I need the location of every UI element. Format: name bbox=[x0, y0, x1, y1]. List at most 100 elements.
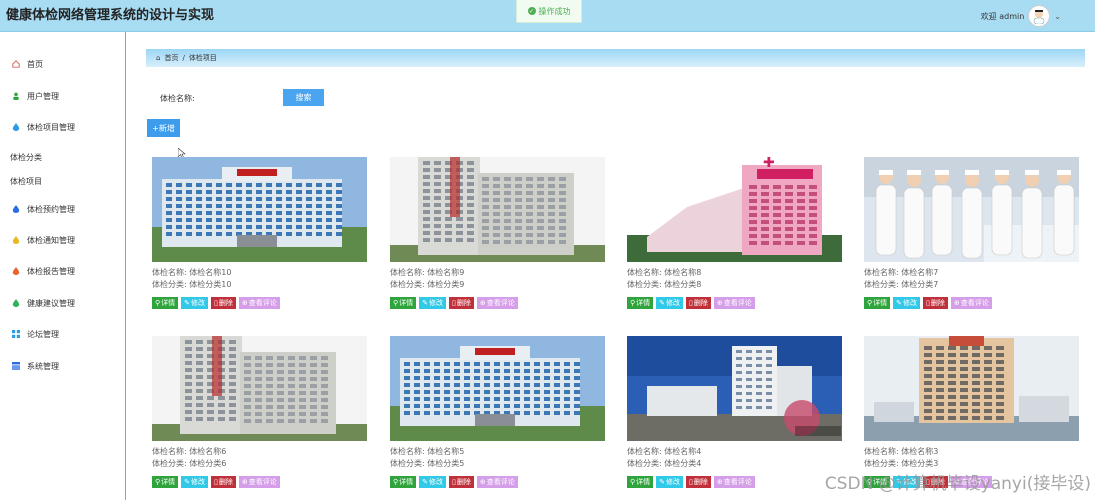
pencil-icon: ✎ bbox=[422, 478, 429, 486]
grid-icon bbox=[12, 330, 20, 338]
sidebar-item-system[interactable]: 系统管理 bbox=[12, 359, 59, 373]
trash-icon: ▯ bbox=[214, 299, 218, 307]
exam-card[interactable]: 体检名称: 体检名称7 体检分类: 体检分类7 ⚲ 详情 ✎ 修改 ▯ 删除 ⊕ 查看评… bbox=[864, 157, 1080, 309]
pencil-icon: ✎ bbox=[184, 299, 191, 307]
exam-thumbnail[interactable] bbox=[152, 336, 367, 441]
sidebar: 首页 用户管理 体检项目管理 体检分类 体检项目 体检预约管理 体检通知管理 体… bbox=[0, 32, 126, 500]
search-button[interactable]: 搜索 bbox=[283, 89, 324, 106]
card-actions: ⚲ 详情 ✎ 修改 ▯ 删除 ⊕ 查看评论 bbox=[627, 476, 843, 488]
edit-button[interactable]: ✎ 修改 bbox=[181, 476, 209, 488]
view-comments-button[interactable]: ⊕ 查看评论 bbox=[476, 476, 518, 488]
sidebar-subitem-category[interactable]: 体检分类 bbox=[10, 152, 42, 163]
sidebar-item-advice[interactable]: 健康建议管理 bbox=[12, 296, 75, 310]
exam-name: 体检名称: 体检名称10 bbox=[152, 268, 232, 277]
exam-thumbnail[interactable]: ✚ bbox=[627, 157, 842, 262]
card-actions: ⚲ 详情 ✎ 修改 ▯ 删除 ⊕ 查看评论 bbox=[390, 476, 606, 488]
exam-card[interactable]: ✚ 体检名称: 体检名称8 体检分类: 体检分类8 ⚲ 详情 ✎ 修改 ▯ 删除 ⊕ 查… bbox=[627, 157, 843, 309]
exam-thumbnail[interactable] bbox=[864, 157, 1079, 262]
sidebar-item-notices[interactable]: 体检通知管理 bbox=[12, 233, 75, 247]
exam-thumbnail[interactable] bbox=[390, 336, 605, 441]
exam-card[interactable]: 体检名称: 体检名称4 体检分类: 体检分类4 ⚲ 详情 ✎ 修改 ▯ 删除 ⊕ 查看评… bbox=[627, 336, 843, 488]
drop-icon bbox=[12, 299, 20, 307]
sidebar-item-reports[interactable]: 体检报告管理 bbox=[12, 264, 75, 278]
exam-card[interactable]: 体检名称: 体检名称5 体检分类: 体检分类5 ⚲ 详情 ✎ 修改 ▯ 删除 ⊕ 查看评… bbox=[390, 336, 606, 488]
avatar[interactable] bbox=[1028, 5, 1051, 27]
detail-button[interactable]: ⚲ 详情 bbox=[627, 476, 654, 488]
breadcrumb-home[interactable]: 首页 bbox=[164, 53, 178, 63]
hospital-photo: ✚ bbox=[627, 157, 842, 262]
detail-button[interactable]: ⚲ 详情 bbox=[864, 297, 891, 309]
edit-button[interactable]: ✎ 修改 bbox=[181, 297, 209, 309]
home-icon[interactable]: ⌂ bbox=[156, 54, 160, 62]
breadcrumb-separator: / bbox=[182, 54, 185, 62]
comment-icon: ⊕ bbox=[479, 478, 486, 486]
delete-button[interactable]: ▯ 删除 bbox=[923, 297, 948, 309]
delete-button[interactable]: ▯ 删除 bbox=[686, 297, 711, 309]
card-actions: ⚲ 详情 ✎ 修改 ▯ 删除 ⊕ 查看评论 bbox=[864, 297, 1080, 309]
card-actions: ⚲ 详情 ✎ 修改 ▯ 删除 ⊕ 查看评论 bbox=[390, 297, 606, 309]
exam-name: 体检名称: 体检名称4 bbox=[627, 447, 702, 456]
comment-icon: ⊕ bbox=[716, 478, 723, 486]
detail-button[interactable]: ⚲ 详情 bbox=[152, 476, 179, 488]
edit-button[interactable]: ✎ 修改 bbox=[893, 297, 921, 309]
exam-card[interactable]: 体检名称: 体检名称3 体检分类: 体检分类3 ⚲ 详情 ✎ 修改 ▯ 删除 ⊕ 查看评… bbox=[864, 336, 1080, 488]
view-comments-button[interactable]: ⊕ 查看评论 bbox=[713, 476, 755, 488]
exam-card[interactable]: 体检名称: 体检名称10 体检分类: 体检分类10 ⚲ 详情 ✎ 修改 ▯ 删除 ⊕ 查… bbox=[152, 157, 368, 309]
exam-category: 体检分类: 体检分类4 bbox=[627, 459, 702, 468]
nurses-photo bbox=[864, 157, 1079, 262]
view-comments-button[interactable]: ⊕ 查看评论 bbox=[713, 297, 755, 309]
search-input[interactable] bbox=[196, 89, 284, 106]
exam-thumbnail[interactable] bbox=[864, 336, 1079, 441]
add-button[interactable]: +新增 bbox=[147, 119, 180, 137]
chevron-down-icon[interactable]: ⌄ bbox=[1054, 12, 1061, 21]
search-icon: ⚲ bbox=[393, 478, 399, 486]
card-actions: ⚲ 详情 ✎ 修改 ▯ 删除 ⊕ 查看评论 bbox=[152, 297, 368, 309]
exam-thumbnail[interactable] bbox=[627, 336, 842, 441]
exam-category: 体检分类: 体检分类5 bbox=[390, 459, 465, 468]
exam-name: 体检名称: 体检名称9 bbox=[390, 268, 465, 277]
edit-button[interactable]: ✎ 修改 bbox=[656, 297, 684, 309]
search-icon: ⚲ bbox=[867, 299, 873, 307]
edit-button[interactable]: ✎ 修改 bbox=[656, 476, 684, 488]
hospital-photo bbox=[152, 157, 367, 262]
view-comments-button[interactable]: ⊕ 查看评论 bbox=[238, 476, 280, 488]
hospital-photo bbox=[627, 336, 842, 441]
trash-icon: ▯ bbox=[452, 299, 456, 307]
view-comments-button[interactable]: ⊕ 查看评论 bbox=[950, 297, 992, 309]
view-comments-button[interactable]: ⊕ 查看评论 bbox=[476, 297, 518, 309]
view-comments-button[interactable]: ⊕ 查看评论 bbox=[238, 297, 280, 309]
exam-thumbnail[interactable] bbox=[390, 157, 605, 262]
delete-button[interactable]: ▯ 删除 bbox=[449, 476, 474, 488]
delete-button[interactable]: ▯ 删除 bbox=[449, 297, 474, 309]
app-title: 健康体检网络管理系统的设计与实现 bbox=[6, 8, 215, 23]
detail-button[interactable]: ⚲ 详情 bbox=[390, 297, 417, 309]
exam-category: 体检分类: 体检分类10 bbox=[152, 280, 232, 289]
search-icon: ⚲ bbox=[155, 478, 161, 486]
pencil-icon: ✎ bbox=[659, 478, 666, 486]
sidebar-item-users[interactable]: 用户管理 bbox=[12, 89, 59, 103]
user-menu[interactable]: 欢迎 admin ⌄ bbox=[981, 5, 1061, 27]
detail-button[interactable]: ⚲ 详情 bbox=[390, 476, 417, 488]
card-actions: ⚲ 详情 ✎ 修改 ▯ 删除 ⊕ 查看评论 bbox=[152, 476, 368, 488]
delete-button[interactable]: ▯ 删除 bbox=[211, 297, 236, 309]
sidebar-item-home[interactable]: 首页 bbox=[12, 57, 43, 71]
sidebar-subitem-projects[interactable]: 体检项目 bbox=[10, 176, 42, 187]
sidebar-item-forum[interactable]: 论坛管理 bbox=[12, 327, 59, 341]
svg-text:✚: ✚ bbox=[763, 157, 775, 171]
exam-card[interactable]: 体检名称: 体检名称9 体检分类: 体检分类9 ⚲ 详情 ✎ 修改 ▯ 删除 ⊕ 查看评… bbox=[390, 157, 606, 309]
delete-button[interactable]: ▯ 删除 bbox=[686, 476, 711, 488]
card-actions: ⚲ 详情 ✎ 修改 ▯ 删除 ⊕ 查看评论 bbox=[627, 297, 843, 309]
exam-thumbnail[interactable] bbox=[152, 157, 367, 262]
detail-button[interactable]: ⚲ 详情 bbox=[152, 297, 179, 309]
edit-button[interactable]: ✎ 修改 bbox=[419, 297, 447, 309]
sidebar-item-exam-projects[interactable]: 体检项目管理 bbox=[12, 120, 75, 134]
sidebar-item-appointments[interactable]: 体检预约管理 bbox=[12, 202, 75, 216]
exam-name: 体检名称: 体检名称7 bbox=[864, 268, 939, 277]
detail-button[interactable]: ⚲ 详情 bbox=[627, 297, 654, 309]
delete-button[interactable]: ▯ 删除 bbox=[211, 476, 236, 488]
edit-button[interactable]: ✎ 修改 bbox=[419, 476, 447, 488]
watermark: CSDN @计算机毕设yanyi(接毕设) bbox=[824, 474, 1091, 494]
welcome-text: 欢迎 admin bbox=[980, 11, 1025, 21]
hospital-photo bbox=[390, 157, 605, 262]
exam-card[interactable]: 体检名称: 体检名称6 体检分类: 体检分类6 ⚲ 详情 ✎ 修改 ▯ 删除 ⊕ 查看评… bbox=[152, 336, 368, 488]
